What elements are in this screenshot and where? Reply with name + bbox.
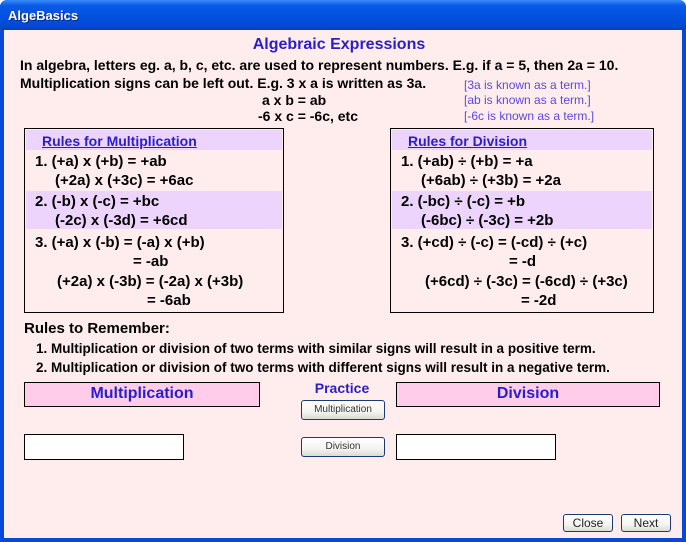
division-rules-header: Rules for Division xyxy=(392,130,652,150)
div-rule-2-line-2: (-6bc) ÷ (-3c) = +2b xyxy=(421,212,554,229)
mult-rule-3-line-3: (+2a) x (-3b) = (-2a) x (+3b) xyxy=(57,273,244,290)
division-practice-button[interactable]: Division xyxy=(301,437,385,457)
mult-rule-1-line-1: 1. (+a) x (+b) = +ab xyxy=(35,153,167,170)
intro-line-1: In algebra, letters eg. a, b, c, etc. ar… xyxy=(20,57,619,73)
div-rule-1-line-2: (+6ab) ÷ (+3b) = +2a xyxy=(421,172,561,189)
remember-item-2: 2. Multiplication or division of two ter… xyxy=(36,360,610,375)
close-button[interactable]: Close xyxy=(563,514,613,532)
example-6c: -6 x c = -6c, etc xyxy=(258,108,359,124)
mult-rule-3-line-2: = -ab xyxy=(133,253,169,270)
note-6c-term: [-6c is known as a term.] xyxy=(464,109,595,123)
practice-title: Practice xyxy=(314,380,370,396)
division-rules-title: Rules for Division xyxy=(408,133,528,149)
mult-rule-2-line-1: 2. (-b) x (-c) = +bc xyxy=(35,193,160,210)
multiplication-practice-button[interactable]: Multiplication xyxy=(301,400,385,420)
multiplication-practice-label: Multiplication xyxy=(24,382,260,407)
multiplication-rules-title: Rules for Multiplication xyxy=(42,133,197,149)
note-3a-term: [3a is known as a term.] xyxy=(464,78,591,92)
note-ab-term: [ab is known as a term.] xyxy=(464,93,591,107)
multiplication-rules-header: Rules for Multiplication xyxy=(26,130,282,150)
next-button[interactable]: Next xyxy=(621,514,671,532)
example-ab: a x b = ab xyxy=(262,92,327,108)
app-window: AlgeBasics Algebraic Expressions In alge… xyxy=(0,0,686,542)
multiplication-rules-panel: Rules for Multiplication 1. (+a) x (+b) … xyxy=(24,128,284,313)
mult-rule-3-line-1: 3. (+a) x (-b) = (-a) x (+b) xyxy=(35,234,205,251)
div-rule-3-line-2: = -d xyxy=(509,253,537,270)
remember-title: Rules to Remember: xyxy=(24,320,170,337)
division-answer-input[interactable] xyxy=(396,434,556,460)
div-rule-1-line-1: 1. (+ab) ÷ (+b) = +a xyxy=(401,153,533,170)
div-rule-3-line-1: 3. (+cd) ÷ (-c) = (-cd) ÷ (+c) xyxy=(401,234,588,251)
div-rule-3-line-3: (+6cd) ÷ (-3c) = (-6cd) ÷ (+3c) xyxy=(425,273,628,290)
intro-line-2: Multiplication signs can be left out. E.… xyxy=(20,75,427,91)
div-rule-3-line-4: = -2d xyxy=(521,292,557,309)
multiplication-answer-input[interactable] xyxy=(24,434,184,460)
mult-rule-3-line-4: = -6ab xyxy=(147,292,191,309)
content-area: Algebraic Expressions In algebra, letter… xyxy=(4,30,682,538)
division-practice-label: Division xyxy=(396,382,660,407)
div-rule-2-line-1: 2. (-bc) ÷ (-c) = +b xyxy=(401,193,526,210)
title-bar[interactable]: AlgeBasics xyxy=(0,0,686,30)
mult-rule-2-line-2: (-2c) x (-3d) = +6cd xyxy=(55,212,188,229)
mult-rule-1-line-2: (+2a) x (+3c) = +6ac xyxy=(55,172,194,189)
remember-item-1: 1. Multiplication or division of two ter… xyxy=(36,341,596,356)
page-title: Algebraic Expressions xyxy=(252,36,426,53)
window-title: AlgeBasics xyxy=(8,8,79,23)
division-rules-panel: Rules for Division 1. (+ab) ÷ (+b) = +a … xyxy=(390,128,654,313)
